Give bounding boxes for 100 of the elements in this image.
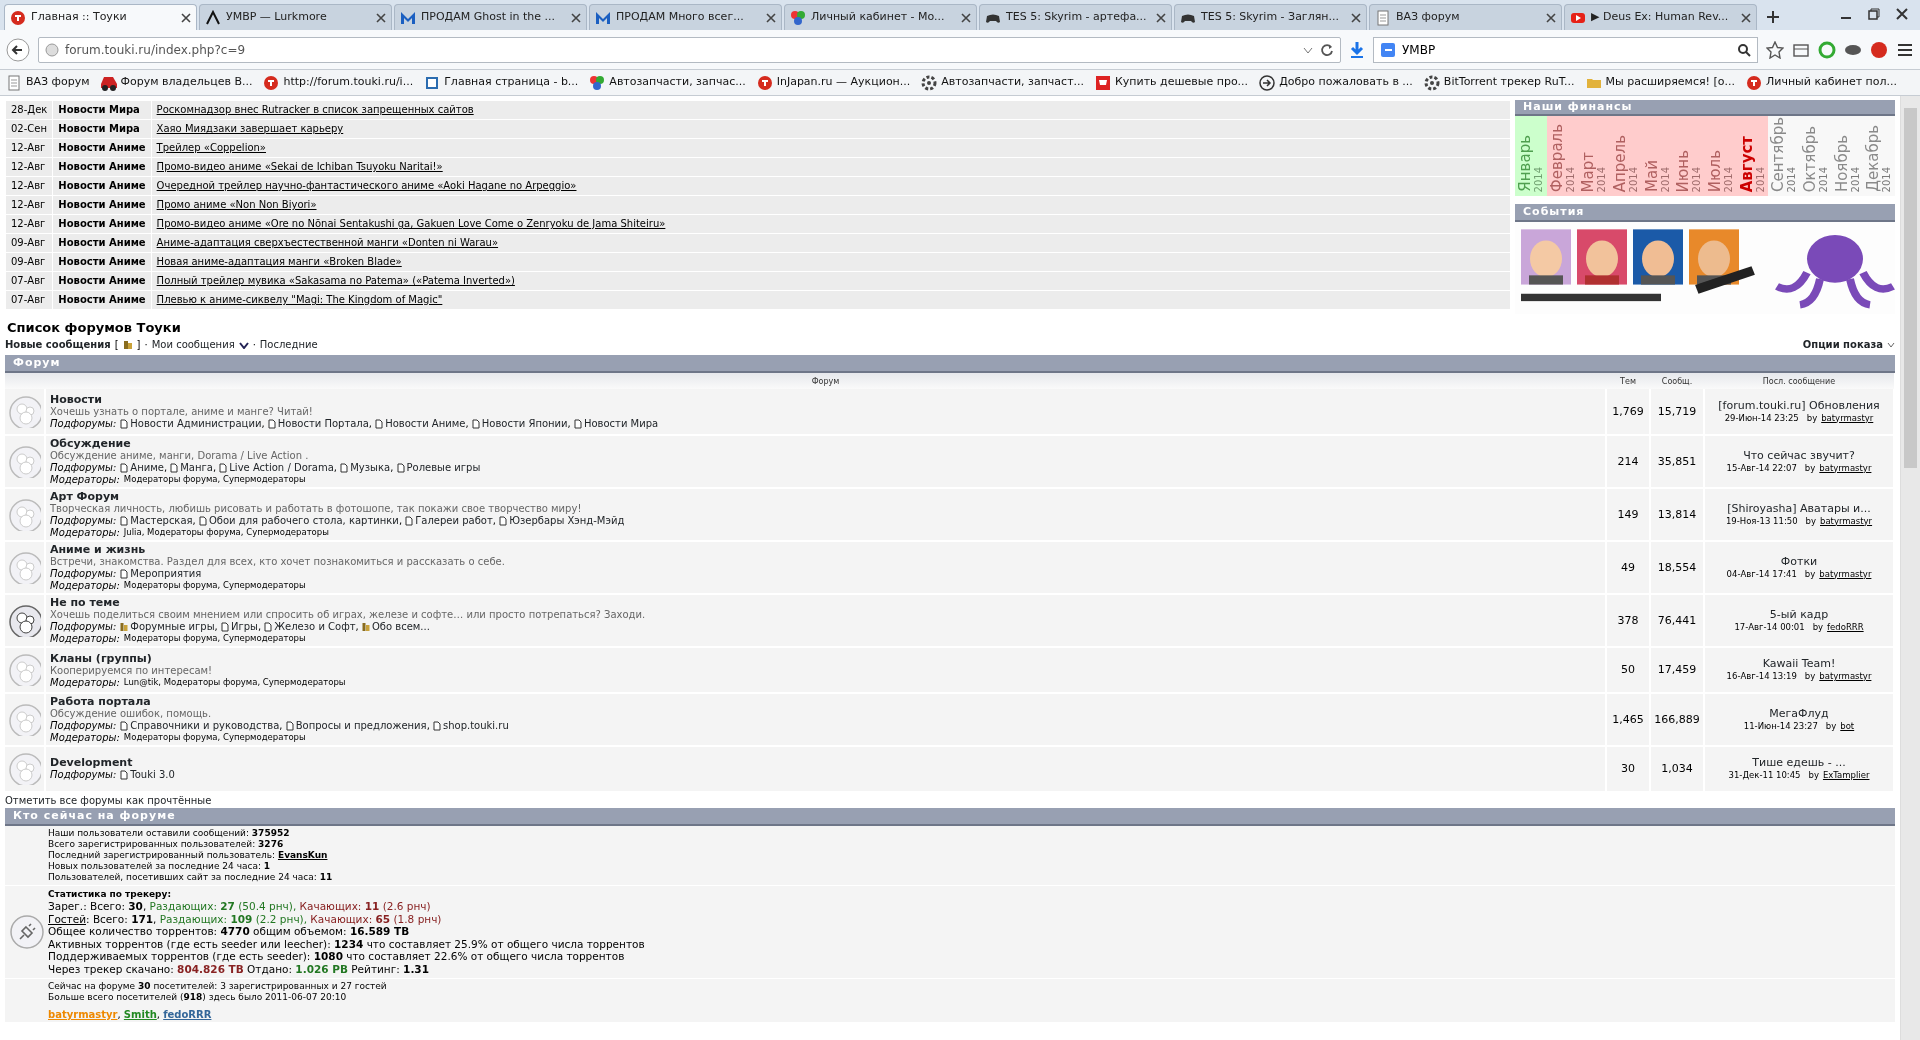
address-field[interactable]: forum.touki.ru/index.php?c=9 bbox=[38, 36, 1341, 63]
bookmark[interactable]: Личный кабинет пол... bbox=[1746, 74, 1898, 91]
subforum-link[interactable]: Железо и Софт bbox=[274, 621, 356, 633]
new-tab-icon[interactable] bbox=[1765, 9, 1781, 25]
author-link[interactable]: ExTamplier bbox=[1822, 769, 1870, 781]
forum-link[interactable]: Обсуждение bbox=[50, 437, 131, 450]
news-link[interactable]: Трейлер «Coppelion» bbox=[156, 142, 266, 153]
browser-tab[interactable]: Главная :: Тоуки bbox=[4, 4, 197, 30]
link[interactable]: EvansKun bbox=[278, 850, 328, 860]
close-icon[interactable] bbox=[1546, 12, 1556, 23]
star-icon[interactable] bbox=[1766, 40, 1784, 59]
forum-link[interactable]: Не по теме bbox=[50, 596, 120, 609]
forum-link[interactable]: Аниме и жизнь bbox=[50, 543, 146, 556]
bookmark[interactable]: Мы расширяемся! [о... bbox=[1585, 74, 1735, 91]
forum-link[interactable]: Арт Форум bbox=[50, 490, 120, 503]
link[interactable]: Последние bbox=[259, 338, 318, 351]
link[interactable]: Гостей bbox=[48, 912, 86, 925]
user-link[interactable]: fedoRRR bbox=[163, 1007, 212, 1022]
link[interactable]: Новые сообщения bbox=[5, 338, 111, 351]
last-post-link[interactable]: Тише едешь - ... bbox=[1752, 756, 1846, 769]
close-icon[interactable] bbox=[571, 12, 581, 23]
bookmark[interactable]: Форум владельцев В... bbox=[100, 74, 253, 91]
last-post-link[interactable]: [forum.touki.ru] Обновления bbox=[1718, 398, 1880, 412]
news-link[interactable]: Новая аниме-адаптация манги «Broken Blade» bbox=[156, 256, 402, 267]
browser-tab[interactable]: ПРОДАМ Много всег... bbox=[589, 4, 782, 30]
news-link[interactable]: Промо-видео аниме «Sekai de Ichiban Tsuyoku Naritai!» bbox=[156, 161, 443, 172]
subforum-link[interactable]: Новости Японии bbox=[481, 417, 568, 430]
bookmark[interactable]: ВАЗ форум bbox=[6, 74, 90, 91]
subforum-link[interactable]: Мастерская bbox=[130, 515, 193, 527]
subforum-link[interactable]: Обо всем... bbox=[371, 621, 430, 633]
subforum-link[interactable]: Новости Мира bbox=[583, 417, 659, 430]
subforum-link[interactable]: Touki 3.0 bbox=[130, 769, 175, 781]
author-link[interactable]: bot bbox=[1840, 719, 1855, 732]
close-icon[interactable] bbox=[766, 12, 776, 23]
subforum-link[interactable]: Ролевые игры bbox=[406, 462, 481, 474]
options-link[interactable]: Опции показа bbox=[1802, 338, 1883, 351]
news-link[interactable]: Очередной трейлер научно-фантастического аниме «Aoki Hagane no Arpeggio» bbox=[156, 180, 577, 191]
forum-link[interactable]: Development bbox=[50, 756, 133, 769]
forum-link[interactable]: Новости bbox=[50, 392, 102, 406]
last-post-link[interactable]: [Shiroyasha] Аватары и... bbox=[1727, 501, 1871, 515]
subforum-link[interactable]: Галереи работ bbox=[415, 515, 493, 527]
subforum-link[interactable]: Форумные игры bbox=[130, 621, 215, 633]
badge-icon[interactable] bbox=[1870, 40, 1888, 59]
author-link[interactable]: batyrmastyr bbox=[1819, 670, 1872, 682]
subforum-link[interactable]: Live Action / Dorama bbox=[229, 462, 334, 474]
reload-icon[interactable] bbox=[1320, 42, 1334, 57]
subforum-link[interactable]: Игры bbox=[230, 621, 258, 633]
search-icon[interactable] bbox=[1737, 42, 1751, 57]
author-link[interactable]: fedoRRR bbox=[1827, 620, 1864, 633]
news-link[interactable]: Промо аниме «Non Non Biyori» bbox=[156, 199, 317, 210]
news-link[interactable]: Роскомнадзор внес Rutracker в список запрещенных сайтов bbox=[156, 104, 474, 115]
news-link[interactable]: Хаяо Миядзаки завершает карьеру bbox=[156, 123, 344, 134]
mark-read-link[interactable]: Отметить все форумы как прочтённые bbox=[5, 795, 212, 806]
subforum-link[interactable]: Аниме bbox=[130, 462, 164, 474]
close-icon[interactable] bbox=[376, 12, 386, 23]
close-icon[interactable] bbox=[961, 12, 971, 23]
bookmark[interactable]: Главная страница - b... bbox=[424, 74, 579, 91]
forum-link[interactable]: Кланы (группы) bbox=[50, 651, 152, 665]
bookmark[interactable]: Автозапчасти, запчас... bbox=[589, 74, 746, 91]
subforum-link[interactable]: Манга bbox=[180, 462, 213, 474]
back-icon[interactable] bbox=[6, 37, 30, 62]
bookmark[interactable]: InJapan.ru — Аукцион... bbox=[756, 74, 911, 91]
author-link[interactable]: batyrmastyr bbox=[1820, 514, 1873, 527]
browser-tab[interactable]: ▶ Deus Ex: Human Rev... bbox=[1564, 4, 1757, 30]
last-post-link[interactable]: Kawaii Team! bbox=[1762, 657, 1836, 670]
bookmark[interactable]: Купить дешевые про... bbox=[1095, 74, 1249, 91]
close-icon[interactable] bbox=[1351, 12, 1361, 23]
scrollbar[interactable] bbox=[1900, 96, 1920, 1040]
close-icon[interactable] bbox=[1896, 8, 1908, 20]
author-link[interactable]: batyrmastyr bbox=[1821, 411, 1874, 424]
news-link[interactable]: Плевью к аниме-сиквелу "Magi: The Kingdom of Magic" bbox=[156, 294, 443, 305]
browser-tab[interactable]: ПРОДАМ Ghost in the ... bbox=[394, 4, 587, 30]
news-link[interactable]: Аниме-адаптация сверхъестественной манги «Donten ni Warau» bbox=[156, 237, 499, 248]
bookmark[interactable]: http://forum.touki.ru/i... bbox=[263, 74, 414, 91]
subforum-link[interactable]: Мероприятия bbox=[130, 568, 202, 580]
subforum-link[interactable]: shop.touki.ru bbox=[443, 720, 509, 732]
bookmark[interactable]: BitTorrent трекер RuT... bbox=[1423, 74, 1575, 91]
last-post-link[interactable]: Что сейчас звучит? bbox=[1743, 448, 1855, 462]
close-icon[interactable] bbox=[1156, 12, 1166, 23]
forum-link[interactable]: Работа портала bbox=[50, 695, 151, 708]
ring-icon[interactable] bbox=[1818, 40, 1836, 59]
bookmark[interactable]: Добро пожаловать в ... bbox=[1259, 74, 1413, 91]
author-link[interactable]: batyrmastyr bbox=[1819, 567, 1872, 580]
browser-tab[interactable]: TES 5: Skyrim - Заглян... bbox=[1174, 4, 1367, 30]
last-post-link[interactable]: МегаФлуд bbox=[1769, 706, 1829, 720]
link[interactable]: Мои сообщения bbox=[151, 338, 235, 351]
search-field[interactable]: УМВР bbox=[1373, 36, 1758, 63]
last-post-link[interactable]: Фотки bbox=[1780, 554, 1818, 568]
subforum-link[interactable]: Новости Портала bbox=[277, 417, 369, 430]
news-link[interactable]: Полный трейлер мувика «Sakasama no Patema» («Patema Inverted») bbox=[156, 275, 515, 286]
subforum-link[interactable]: Юзербары Хэнд-Мэйд bbox=[509, 515, 625, 527]
scroll-thumb[interactable] bbox=[1904, 108, 1917, 468]
bookmark[interactable]: Автозапчасти, запчаст... bbox=[921, 74, 1085, 91]
subforum-link[interactable]: Обои для рабочего стола, картинки bbox=[208, 515, 399, 527]
author-link[interactable]: batyrmastyr bbox=[1819, 461, 1872, 474]
last-post-link[interactable]: 5-ый кадр bbox=[1769, 607, 1829, 621]
subforum-link[interactable]: Вопросы и предложения bbox=[295, 720, 427, 732]
browser-tab[interactable]: УМВР — Lurkmore bbox=[199, 4, 392, 30]
user-link[interactable]: Smith bbox=[123, 1007, 157, 1022]
browser-tab[interactable]: TES 5: Skyrim - артефа... bbox=[979, 4, 1172, 30]
